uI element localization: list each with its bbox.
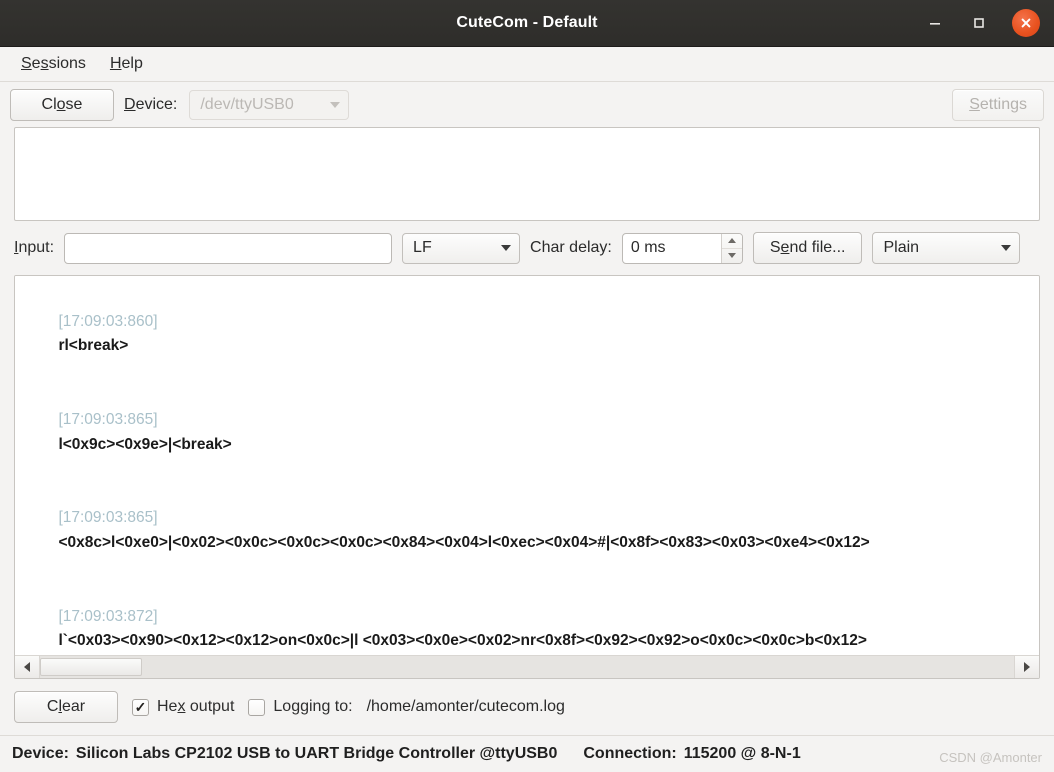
connection-toolbar: Close Device: /dev/ttyUSB0 Settings	[0, 82, 1054, 127]
log-output-frame: [17:09:03:860] rl<break> [17:09:03:865] …	[14, 275, 1040, 679]
char-delay-stepper[interactable]	[621, 232, 743, 264]
scroll-right-arrow-icon[interactable]	[1014, 656, 1039, 678]
menu-item-help[interactable]: Help	[103, 52, 150, 76]
log-line: [17:09:03:860] rl<break>	[15, 285, 1039, 383]
minimize-icon[interactable]	[924, 12, 946, 34]
bottom-controls: Clear ✓ Hex output Logging to: /home/amo…	[0, 679, 1054, 735]
log-timestamp: [17:09:03:860]	[58, 312, 158, 330]
status-device-value: Silicon Labs CP2102 USB to UART Bridge C…	[75, 745, 558, 762]
sent-output-panel	[14, 127, 1040, 221]
status-device: Device: Silicon Labs CP2102 USB to UART …	[12, 745, 557, 763]
hex-output-checkbox[interactable]: ✓ Hex output	[132, 698, 234, 716]
check-icon: ✓	[134, 698, 147, 715]
maximize-icon[interactable]	[968, 12, 990, 34]
close-connection-button[interactable]: Close	[10, 88, 114, 121]
window-title: CuteCom - Default	[456, 14, 598, 31]
cutecom-window: CuteCom - Default Sessions Help Close De…	[0, 0, 1054, 772]
log-output[interactable]: [17:09:03:860] rl<break> [17:09:03:865] …	[15, 276, 1039, 655]
log-line: [17:09:03:865] <0x8c>l<0xe0>|<0x02><0x0c…	[15, 482, 1039, 580]
log-message: rl<break>	[58, 337, 129, 355]
log-line: [17:09:03:865] l<0x9c><0x9e>|<break>	[15, 383, 1039, 481]
send-file-button[interactable]: Send file...	[752, 232, 863, 264]
spin-down-icon[interactable]	[722, 249, 742, 263]
status-connection-label: Connection:	[583, 745, 677, 762]
watermark: CSDN @Amonter	[939, 750, 1042, 765]
title-bar: CuteCom - Default	[0, 0, 1054, 47]
log-timestamp: [17:09:03:865]	[58, 410, 158, 428]
scroll-left-arrow-icon[interactable]	[15, 656, 40, 678]
hex-output-label: Hex output	[157, 698, 235, 715]
spin-up-icon[interactable]	[721, 234, 742, 249]
chevron-down-icon	[1001, 245, 1012, 251]
device-select-value: /dev/ttyUSB0	[200, 95, 294, 113]
status-bar: Device: Silicon Labs CP2102 USB to UART …	[0, 735, 1054, 772]
line-ending-select[interactable]: LF	[402, 232, 521, 264]
window-controls	[924, 9, 1054, 37]
log-timestamp: [17:09:03:865]	[58, 509, 158, 527]
settings-button[interactable]: Settings	[952, 88, 1044, 121]
protocol-select[interactable]: Plain	[872, 232, 1021, 264]
char-delay-input[interactable]	[622, 233, 721, 263]
status-connection: Connection: 115200 @ 8-N-1	[583, 745, 800, 763]
checkbox-box[interactable]	[248, 698, 266, 716]
protocol-value: Plain	[883, 239, 920, 256]
input-row: Input: LF Char delay: Send file... Plain	[0, 221, 1054, 275]
clear-button[interactable]: Clear	[14, 691, 118, 723]
log-file-path: /home/amonter/cutecom.log	[366, 698, 565, 715]
input-field[interactable]	[64, 232, 393, 264]
char-delay-spin-buttons[interactable]	[720, 233, 742, 263]
log-line: [17:09:03:872] l`<0x03><0x90><0x12><0x12…	[15, 580, 1039, 655]
logging-checkbox[interactable]: Logging to:	[248, 698, 353, 716]
menu-item-sessions[interactable]: Sessions	[14, 52, 93, 76]
scrollbar-track[interactable]	[40, 656, 1014, 678]
line-ending-value: LF	[413, 239, 432, 256]
menu-bar: Sessions Help	[0, 47, 1054, 82]
chevron-down-icon	[330, 101, 341, 108]
log-message: l<0x9c><0x9e>|<break>	[58, 435, 232, 453]
chevron-down-icon	[501, 245, 512, 251]
log-timestamp: [17:09:03:872]	[58, 607, 158, 625]
input-label: Input:	[14, 239, 55, 256]
status-device-label: Device:	[12, 745, 69, 762]
device-label: Device:	[124, 95, 178, 113]
close-icon[interactable]	[1012, 9, 1040, 37]
checkbox-box[interactable]: ✓	[132, 698, 149, 716]
device-select[interactable]: /dev/ttyUSB0	[189, 89, 350, 120]
logging-label: Logging to:	[273, 698, 353, 715]
scrollbar-thumb[interactable]	[40, 658, 142, 676]
log-message: <0x8c>l<0xe0>|<0x02><0x0c><0x0c><0x0c><0…	[58, 533, 870, 551]
horizontal-scrollbar[interactable]	[15, 655, 1039, 678]
log-message: l`<0x03><0x90><0x12><0x12>on<0x0c>|l <0x…	[58, 632, 867, 650]
status-connection-value: 115200 @ 8-N-1	[683, 745, 801, 762]
char-delay-label: Char delay:	[530, 239, 612, 256]
